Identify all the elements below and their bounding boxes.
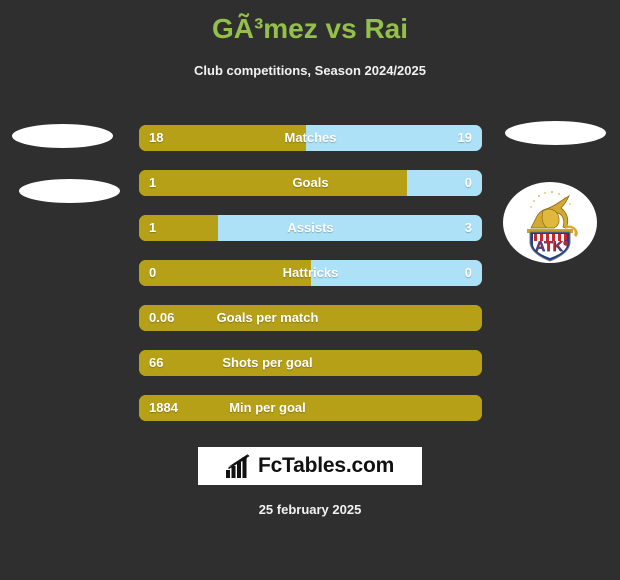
- stat-value-left: 66: [149, 355, 164, 370]
- fctables-logo-text: FcTables.com: [257, 454, 395, 477]
- stat-row: 0.06 Goals per match: [139, 305, 482, 331]
- stat-value-right: 19: [457, 130, 472, 145]
- fctables-logo[interactable]: FcTables.com: [198, 447, 422, 485]
- stat-value-right: 0: [464, 265, 472, 280]
- stat-value-left: 0: [149, 265, 157, 280]
- stat-bar-left: [139, 125, 306, 151]
- stat-value-right: 3: [464, 220, 472, 235]
- left-player-photo-placeholder-1: [12, 124, 113, 148]
- svg-text:ATK: ATK: [535, 238, 563, 254]
- bar-chart-arrow-icon: [225, 454, 250, 478]
- stat-bar-left: [139, 170, 407, 196]
- stat-row: 0 Hattricks 0: [139, 260, 482, 286]
- stat-bar-left: [139, 260, 311, 286]
- infographic-root: GÃ³mez vs Rai Club competitions, Season …: [0, 0, 620, 580]
- page-subtitle: Club competitions, Season 2024/2025: [194, 63, 426, 78]
- atk-club-crest-icon: ATK: [503, 182, 597, 263]
- stat-row: 18 Matches 19: [139, 125, 482, 151]
- stat-row: 66 Shots per goal: [139, 350, 482, 376]
- stat-bar-right: [217, 215, 482, 241]
- stat-row: 1884 Min per goal: [139, 395, 482, 421]
- right-player-photo-placeholder-1: [505, 121, 606, 145]
- stat-bar-right: [305, 125, 482, 151]
- stat-bar-left: [139, 350, 482, 376]
- stat-value-right: 0: [464, 175, 472, 190]
- stat-bar-left: [139, 395, 482, 421]
- left-player-photo-placeholder-2: [19, 179, 120, 203]
- stats-list: 18 Matches 19 1 Goals 0 1 Assists 3 0 Ha…: [139, 125, 482, 440]
- stat-bar-right: [310, 260, 482, 286]
- stat-value-left: 1884: [149, 400, 178, 415]
- stat-value-left: 1: [149, 220, 157, 235]
- stat-bar-left: [139, 305, 482, 331]
- stat-value-left: 18: [149, 130, 164, 145]
- stat-value-left: 0.06: [149, 310, 175, 325]
- generated-date: 25 february 2025: [258, 502, 362, 517]
- page-title: GÃ³mez vs Rai: [211, 13, 409, 44]
- stat-row: 1 Goals 0: [139, 170, 482, 196]
- stat-value-left: 1: [149, 175, 157, 190]
- stat-row: 1 Assists 3: [139, 215, 482, 241]
